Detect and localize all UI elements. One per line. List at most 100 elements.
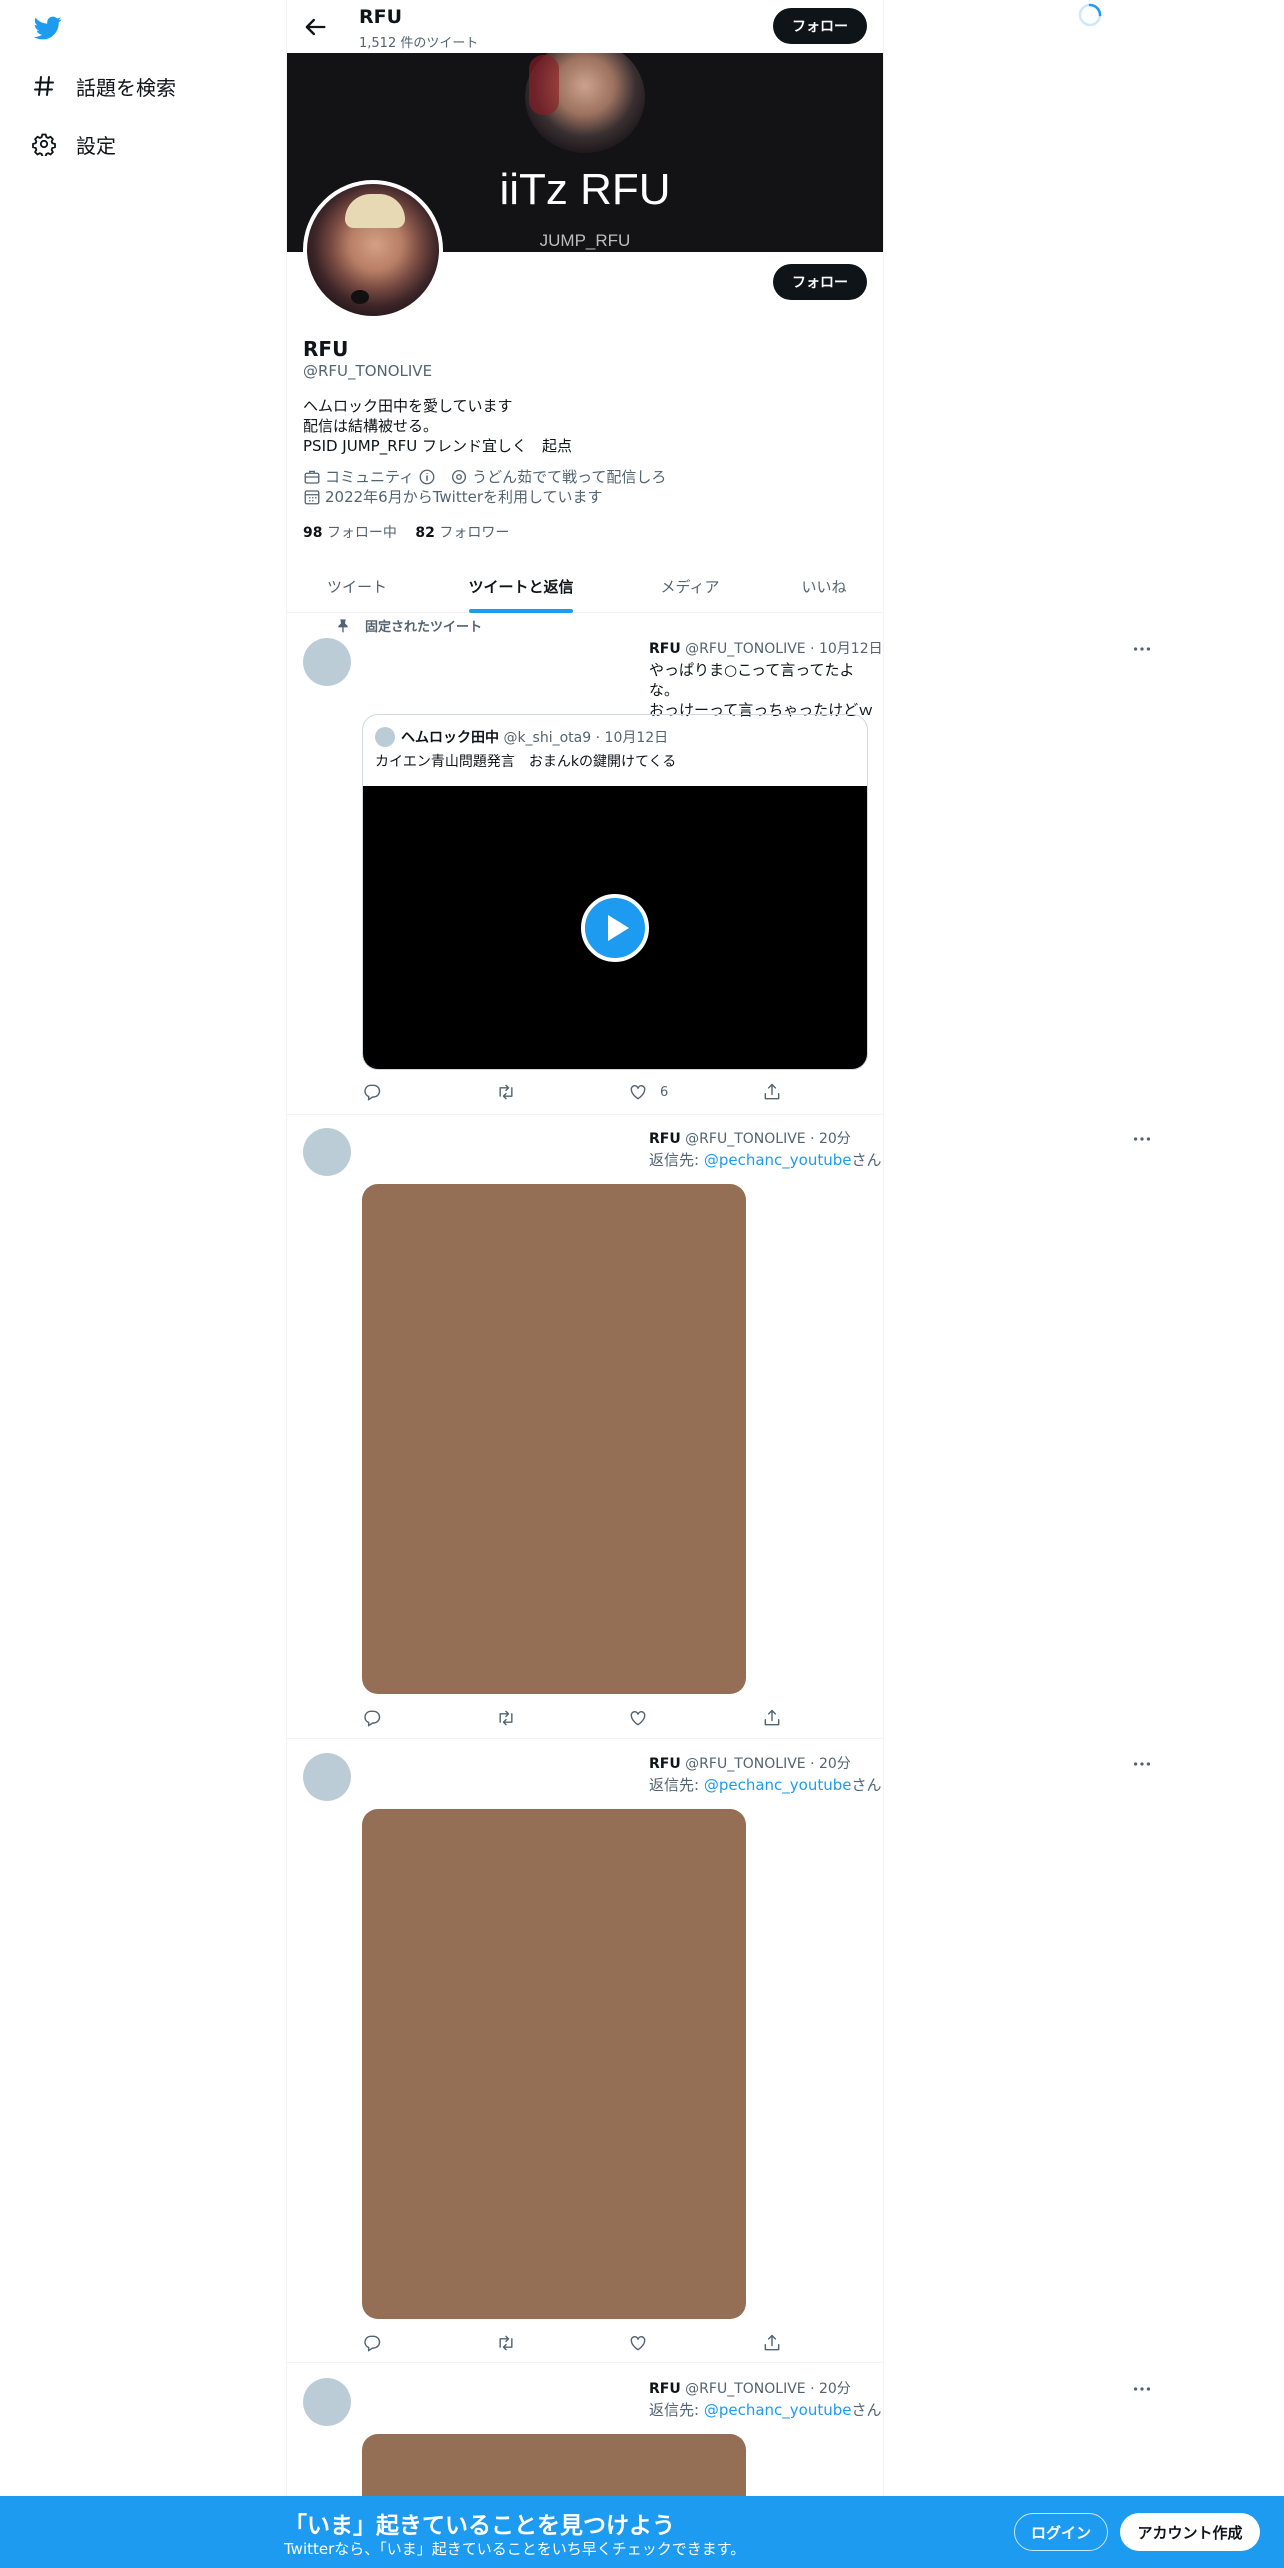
profile-joined: 2022年6月からTwitterを利用しています: [303, 486, 603, 507]
tweet-author-handle[interactable]: @RFU_TONOLIVE: [685, 641, 805, 657]
followers-link[interactable]: 82 フォロワー: [415, 525, 509, 541]
briefcase-icon: [303, 468, 321, 486]
heart-icon: [628, 2333, 648, 2353]
tweet-author-handle[interactable]: @RFU_TONOLIVE: [685, 2381, 805, 2397]
tweet-avatar[interactable]: [303, 1753, 351, 1801]
retweet-button[interactable]: [496, 2332, 516, 2354]
quoted-tweet[interactable]: ヘムロック田中 @k_shi_ota9 · 10月12日 カイエン青山問題発言 …: [362, 714, 868, 1070]
reply-mention-link[interactable]: @pechanc_youtube: [704, 1776, 852, 1794]
quoted-author-handle: @k_shi_ota9: [503, 730, 592, 746]
reply-button[interactable]: [362, 1707, 382, 1729]
follow-button-header[interactable]: フォロー: [773, 8, 867, 44]
hashtag-icon: [32, 74, 56, 98]
tweet-count: 1,512 件のツイート: [359, 36, 479, 51]
following-link[interactable]: 98 フォロー中: [303, 525, 397, 541]
tweet-time[interactable]: 10月12日: [819, 641, 883, 657]
reply-mention-link[interactable]: @pechanc_youtube: [704, 1151, 852, 1169]
loading-spinner-icon: [1077, 2, 1103, 28]
login-button[interactable]: ログイン: [1014, 2513, 1108, 2551]
share-button[interactable]: [762, 1707, 782, 1729]
tweet-text-line: やっぱりま○こって言ってたよな。: [649, 661, 855, 699]
tab-media[interactable]: メディア: [615, 560, 765, 613]
like-button[interactable]: [628, 2332, 648, 2354]
follow-button[interactable]: フォロー: [773, 264, 867, 300]
reply-icon: [362, 2333, 382, 2353]
tweet-author-name[interactable]: RFU: [649, 1131, 681, 1147]
signup-button[interactable]: アカウント作成: [1120, 2513, 1260, 2551]
reply-button[interactable]: [362, 2332, 382, 2354]
followers-count: 82: [415, 525, 435, 541]
more-options-icon[interactable]: [1131, 1753, 1153, 1775]
reply-mention-link[interactable]: @pechanc_youtube: [704, 2401, 852, 2419]
left-nav: 話題を検索 設定: [0, 0, 286, 2568]
play-button[interactable]: [581, 894, 649, 962]
bio: ヘムロック田中を愛しています 配信は結構被せる。 PSID JUMP_RFU フ…: [303, 396, 572, 456]
tweet-avatar[interactable]: [303, 638, 351, 686]
tweet-time[interactable]: 20分: [819, 1131, 851, 1147]
nav-item-explore[interactable]: 話題を検索: [32, 66, 176, 106]
tweet-author-handle[interactable]: @RFU_TONOLIVE: [685, 1131, 805, 1147]
heart-icon: [628, 1082, 648, 1102]
tweet-header: RFU @RFU_TONOLIVE · 10月12日: [649, 638, 883, 658]
profile-location: うどん茹でて戦って配信しろ: [472, 468, 667, 486]
share-icon: [762, 1708, 782, 1728]
reply-icon: [362, 1708, 382, 1728]
video-player[interactable]: [363, 786, 867, 1069]
tweet-avatar[interactable]: [303, 1128, 351, 1176]
more-options-icon[interactable]: [1131, 638, 1153, 660]
profile-category: コミュニティ: [325, 468, 415, 486]
dot-separator: ·: [591, 730, 605, 746]
info-icon[interactable]: [418, 468, 436, 486]
follow-stats: 98 フォロー中 82 フォロワー: [303, 522, 509, 542]
tweet-author-name[interactable]: RFU: [649, 1756, 681, 1772]
twitter-bird-icon[interactable]: [32, 14, 64, 42]
tweet-header: RFU @RFU_TONOLIVE · 20分: [649, 2378, 851, 2398]
share-icon: [762, 2333, 782, 2353]
share-button[interactable]: [762, 2332, 782, 2354]
signup-banner: 「いま」起きていることを見つけよう Twitterなら、「いま」起きていることを…: [0, 2496, 1284, 2568]
tweet-media[interactable]: [362, 2434, 746, 2496]
pinned-text: 固定されたツイート: [365, 620, 483, 635]
display-name: RFU: [303, 337, 349, 361]
tweet-media[interactable]: [362, 1184, 746, 1694]
like-count: 6: [660, 1084, 669, 1100]
bio-line: PSID JUMP_RFU フレンド宜しく 起点: [303, 437, 572, 455]
tweet-author-name[interactable]: RFU: [649, 641, 681, 657]
top-bar: RFU 1,512 件のツイート フォロー: [287, 0, 883, 53]
tweet-author-handle[interactable]: @RFU_TONOLIVE: [685, 1756, 805, 1772]
following-count: 98: [303, 525, 323, 541]
like-button[interactable]: 6: [628, 1081, 668, 1103]
reply-prefix: 返信先:: [649, 1776, 704, 1794]
tweet-media[interactable]: [362, 1809, 746, 2319]
following-label: フォロー中: [326, 525, 397, 541]
dot-separator: ·: [805, 1131, 819, 1147]
more-options-icon[interactable]: [1131, 1128, 1153, 1150]
tweet-time[interactable]: 20分: [819, 2381, 851, 2397]
profile-tabs: ツイート ツイートと返信 メディア いいね: [287, 560, 883, 613]
avatar[interactable]: [303, 180, 443, 320]
nav-item-settings[interactable]: 設定: [32, 124, 116, 164]
profile-meta: コミュニティ うどん茹でて戦って配信しろ: [303, 466, 666, 487]
gear-icon: [32, 132, 56, 156]
tweet-avatar[interactable]: [303, 2378, 351, 2426]
tweet-text: やっぱりま○こって言ってたよな。 おっけーって言っちゃったけどｗ: [649, 660, 883, 720]
pinned-label: 固定されたツイート: [335, 616, 482, 635]
signup-banner-subtitle: Twitterなら、「いま」起きていることをいち早くチェックできます。: [284, 2540, 746, 2558]
tab-tweets[interactable]: ツイート: [287, 560, 427, 613]
back-arrow-icon[interactable]: [301, 13, 329, 41]
retweet-button[interactable]: [496, 1707, 516, 1729]
tweet-time[interactable]: 20分: [819, 1756, 851, 1772]
more-options-icon[interactable]: [1131, 2378, 1153, 2400]
reply-suffix: さん: [851, 1151, 882, 1169]
retweet-button[interactable]: [496, 1081, 516, 1103]
reply-button[interactable]: [362, 1081, 382, 1103]
joined-date: 2022年6月からTwitterを利用しています: [325, 488, 603, 506]
tweet-author-name[interactable]: RFU: [649, 2381, 681, 2397]
nav-item-label: 設定: [76, 133, 116, 158]
tab-likes[interactable]: いいね: [765, 560, 883, 613]
tab-tweets-and-replies[interactable]: ツイートと返信: [427, 560, 615, 613]
like-button[interactable]: [628, 1707, 648, 1729]
dot-separator: ·: [805, 2381, 819, 2397]
reply-icon: [362, 1082, 382, 1102]
share-button[interactable]: [762, 1081, 782, 1103]
